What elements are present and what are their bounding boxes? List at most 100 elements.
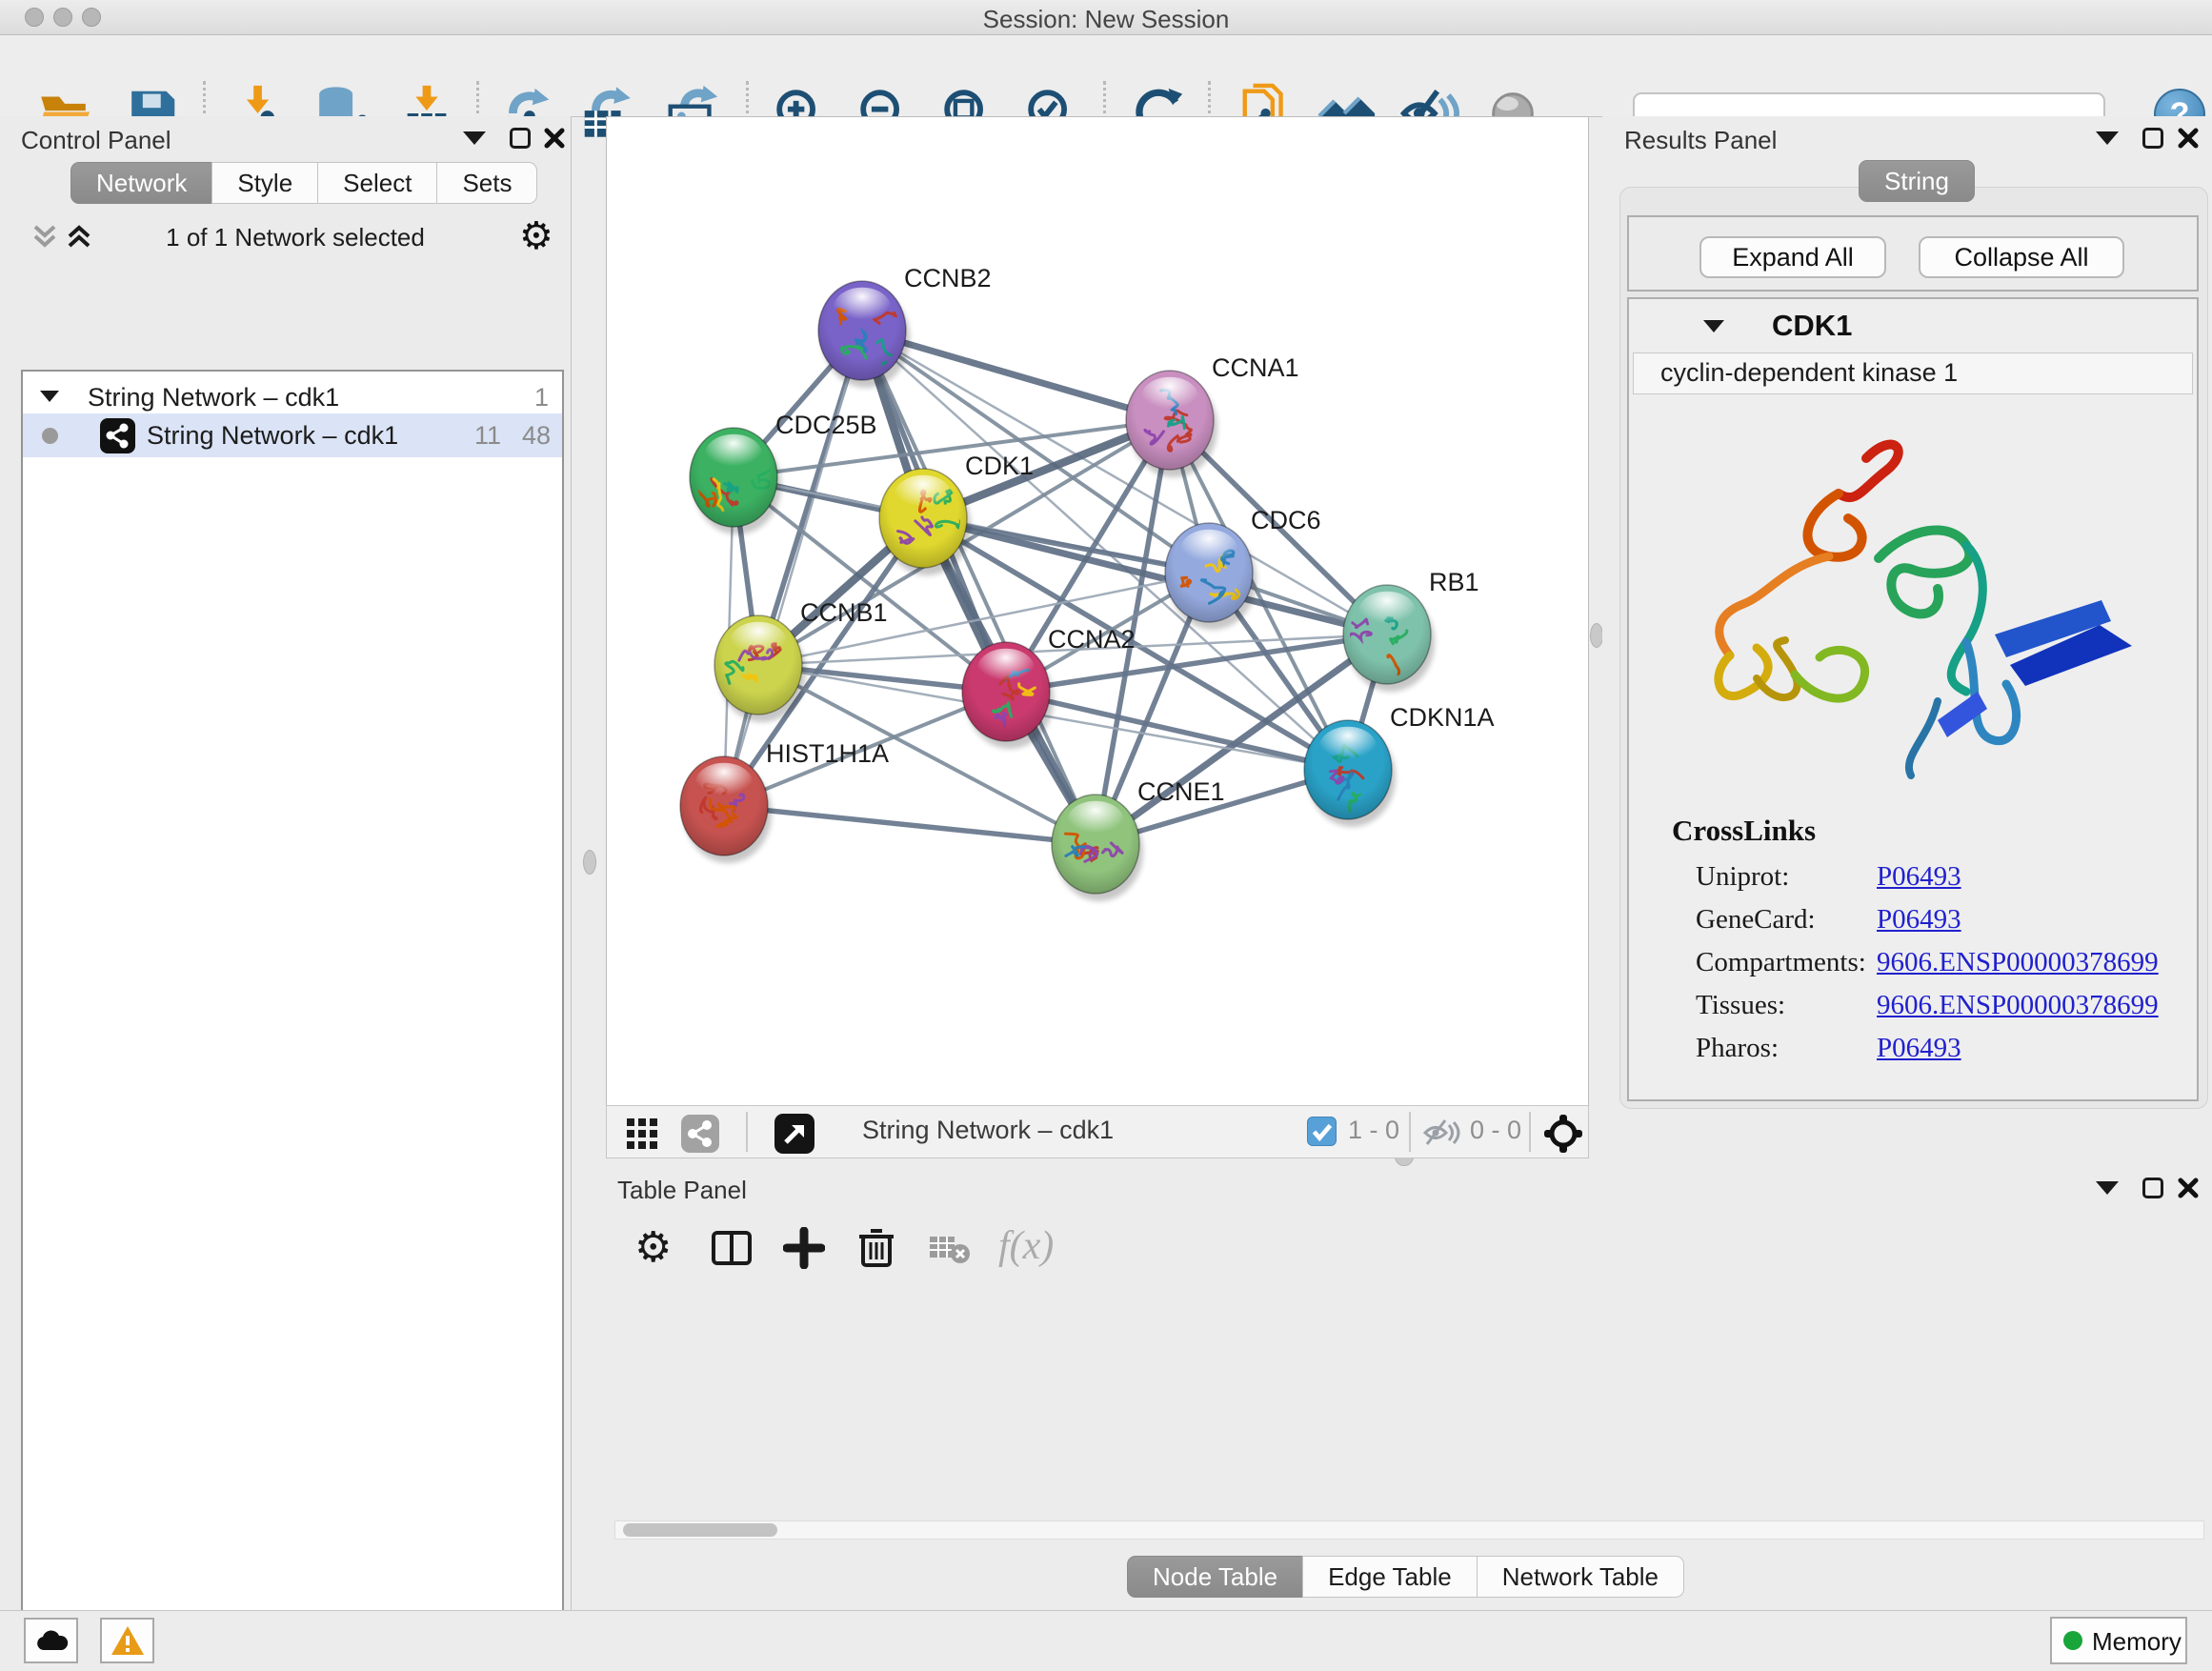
control-panel-title: Control Panel — [21, 126, 171, 155]
protein-name: CDK1 — [1772, 309, 1852, 343]
panel-float-icon[interactable] — [2142, 1178, 2163, 1198]
node-label-ccna2: CCNA2 — [1048, 625, 1136, 654]
panel-menu-icon[interactable] — [2096, 1181, 2119, 1195]
tab-edge-table[interactable]: Edge Table — [1302, 1556, 1478, 1598]
network-canvas[interactable]: CCNB2CCNA1CDC25BCDK1CDC6RB1CCNB1CCNA2CDK… — [606, 116, 1589, 1158]
node-label-ccna1: CCNA1 — [1212, 353, 1299, 382]
node-label-ccne1: CCNE1 — [1137, 777, 1225, 806]
edge-count: 48 — [522, 421, 551, 451]
function-builder-icon: f(x) — [998, 1223, 1054, 1269]
crosslink-link[interactable]: 9606.ENSP00000378699 — [1877, 947, 2159, 977]
expand-all-button[interactable]: Expand All — [1699, 236, 1886, 278]
node-label-cdc25b: CDC25B — [775, 411, 877, 439]
grid-view-icon[interactable] — [626, 1117, 658, 1150]
vertical-splitter-handle[interactable] — [1590, 623, 1603, 648]
network-edge[interactable] — [724, 806, 1096, 844]
warning-icon — [110, 1624, 146, 1657]
network-selection-status: 1 of 1 Network selected — [105, 223, 486, 252]
hidden-counts: 0 - 0 — [1470, 1116, 1521, 1145]
memory-button[interactable]: Memory — [2050, 1617, 2187, 1664]
tab-select[interactable]: Select — [317, 162, 437, 204]
create-column-icon[interactable] — [783, 1227, 825, 1269]
crosslink-row: Pharos:P06493 — [1696, 1033, 2159, 1076]
memory-status-dot — [2063, 1631, 2082, 1650]
protein-description: cyclin-dependent kinase 1 — [1633, 352, 2193, 394]
panel-close-icon[interactable] — [543, 127, 566, 150]
network-node-ccna2[interactable] — [962, 642, 1054, 749]
network-edge[interactable] — [862, 331, 1096, 844]
tab-sets[interactable]: Sets — [436, 162, 537, 204]
tab-style[interactable]: Style — [211, 162, 318, 204]
vertical-splitter-handle[interactable] — [583, 850, 596, 875]
crosslink-row: Compartments:9606.ENSP00000378699 — [1696, 947, 2159, 990]
expand-all-chevron-icon[interactable] — [65, 223, 93, 250]
network-options-gear-icon[interactable]: ⚙ — [519, 214, 553, 258]
collapse-all-button[interactable]: Collapse All — [1919, 236, 2124, 278]
selected-nodes-checkbox[interactable] — [1307, 1117, 1337, 1146]
protein-result-card: CDK1 cyclin-dependent kinase 1 CrossLink… — [1627, 297, 2199, 1101]
node-label-cdc6: CDC6 — [1251, 506, 1321, 534]
network-node-ccna1[interactable] — [1126, 371, 1217, 477]
crosslink-link[interactable]: P06493 — [1877, 861, 1961, 892]
panel-menu-icon[interactable] — [2096, 131, 2119, 145]
crosslink-row: GeneCard:P06493 — [1696, 904, 2159, 947]
network-node-cdc25b[interactable] — [690, 428, 781, 534]
tab-network[interactable]: Network — [70, 162, 212, 204]
birds-eye-view-icon[interactable] — [774, 1114, 814, 1154]
network-share-icon — [100, 418, 135, 453]
crosslink-label: Pharos: — [1696, 1033, 1877, 1064]
network-node-ccne1[interactable] — [1052, 795, 1143, 901]
network-node-cdkn1a[interactable] — [1304, 720, 1396, 827]
network-node-hist1h1a[interactable] — [680, 756, 772, 863]
collapse-protein-icon[interactable] — [1703, 320, 1724, 332]
cloud-button[interactable] — [24, 1618, 78, 1663]
control-panel: Control Panel Network Style Select Sets … — [0, 116, 572, 1610]
network-style-icon[interactable] — [681, 1115, 719, 1153]
crosslink-link[interactable]: P06493 — [1877, 904, 1961, 935]
collapse-all-chevron-icon[interactable] — [30, 223, 59, 250]
crosslink-link[interactable]: 9606.ENSP00000378699 — [1877, 990, 2159, 1020]
tab-string[interactable]: String — [1859, 160, 1975, 202]
network-row-selected[interactable]: String Network – cdk1 11 48 — [23, 413, 562, 457]
crosslinks-list: Uniprot:P06493GeneCard:P06493Compartment… — [1696, 861, 2159, 1076]
crosslink-label: GeneCard: — [1696, 904, 1877, 936]
show-columns-icon[interactable] — [711, 1227, 753, 1269]
node-label-cdk1: CDK1 — [965, 452, 1034, 480]
panel-close-icon[interactable] — [2177, 127, 2200, 150]
results-actions-box: Expand All Collapse All — [1627, 215, 2199, 292]
tab-network-table[interactable]: Network Table — [1477, 1556, 1684, 1598]
node-label-ccnb2: CCNB2 — [904, 264, 992, 292]
crosslink-label: Compartments: — [1696, 947, 1877, 978]
hidden-elements-icon[interactable] — [1422, 1117, 1462, 1148]
network-node-ccnb2[interactable] — [818, 281, 910, 388]
delete-column-icon[interactable] — [855, 1225, 897, 1269]
toolbar-separator — [1409, 1112, 1411, 1152]
network-graph[interactable]: CCNB2CCNA1CDC25BCDK1CDC6RB1CCNB1CCNA2CDK… — [607, 117, 1588, 1104]
panel-menu-icon[interactable] — [463, 131, 486, 145]
crosslink-link[interactable]: P06493 — [1877, 1033, 1961, 1063]
warnings-button[interactable] — [100, 1618, 154, 1663]
main-toolbar: ? — [0, 35, 2212, 117]
panel-close-icon[interactable] — [2177, 1177, 2200, 1199]
panel-float-icon[interactable] — [510, 128, 531, 149]
crosslink-label: Uniprot: — [1696, 861, 1877, 893]
scrollbar-thumb[interactable] — [623, 1523, 777, 1537]
panel-float-icon[interactable] — [2142, 128, 2163, 149]
title-bar: Session: New Session — [0, 0, 2212, 35]
table-panel: Table Panel ⚙ f(x) shared namenamecanoni… — [606, 1168, 2212, 1608]
network-node-cdc6[interactable] — [1165, 523, 1257, 630]
memory-label: Memory — [2092, 1627, 2182, 1657]
table-panel-title: Table Panel — [617, 1176, 747, 1205]
cloud-icon — [34, 1629, 69, 1652]
protein-structure-image — [1652, 406, 2182, 806]
table-settings-gear-icon[interactable]: ⚙ — [634, 1223, 672, 1272]
fit-content-crosshair-icon[interactable] — [1542, 1113, 1584, 1155]
network-node-rb1[interactable] — [1331, 585, 1435, 692]
node-count: 11 — [474, 421, 501, 451]
node-label-ccnb1: CCNB1 — [800, 598, 888, 627]
table-horizontal-scrollbar[interactable] — [614, 1520, 2204, 1540]
tab-node-table[interactable]: Node Table — [1127, 1556, 1303, 1598]
node-label-cdkn1a: CDKN1A — [1390, 703, 1495, 732]
crosslink-row: Tissues:9606.ENSP00000378699 — [1696, 990, 2159, 1033]
crosslink-row: Uniprot:P06493 — [1696, 861, 2159, 904]
